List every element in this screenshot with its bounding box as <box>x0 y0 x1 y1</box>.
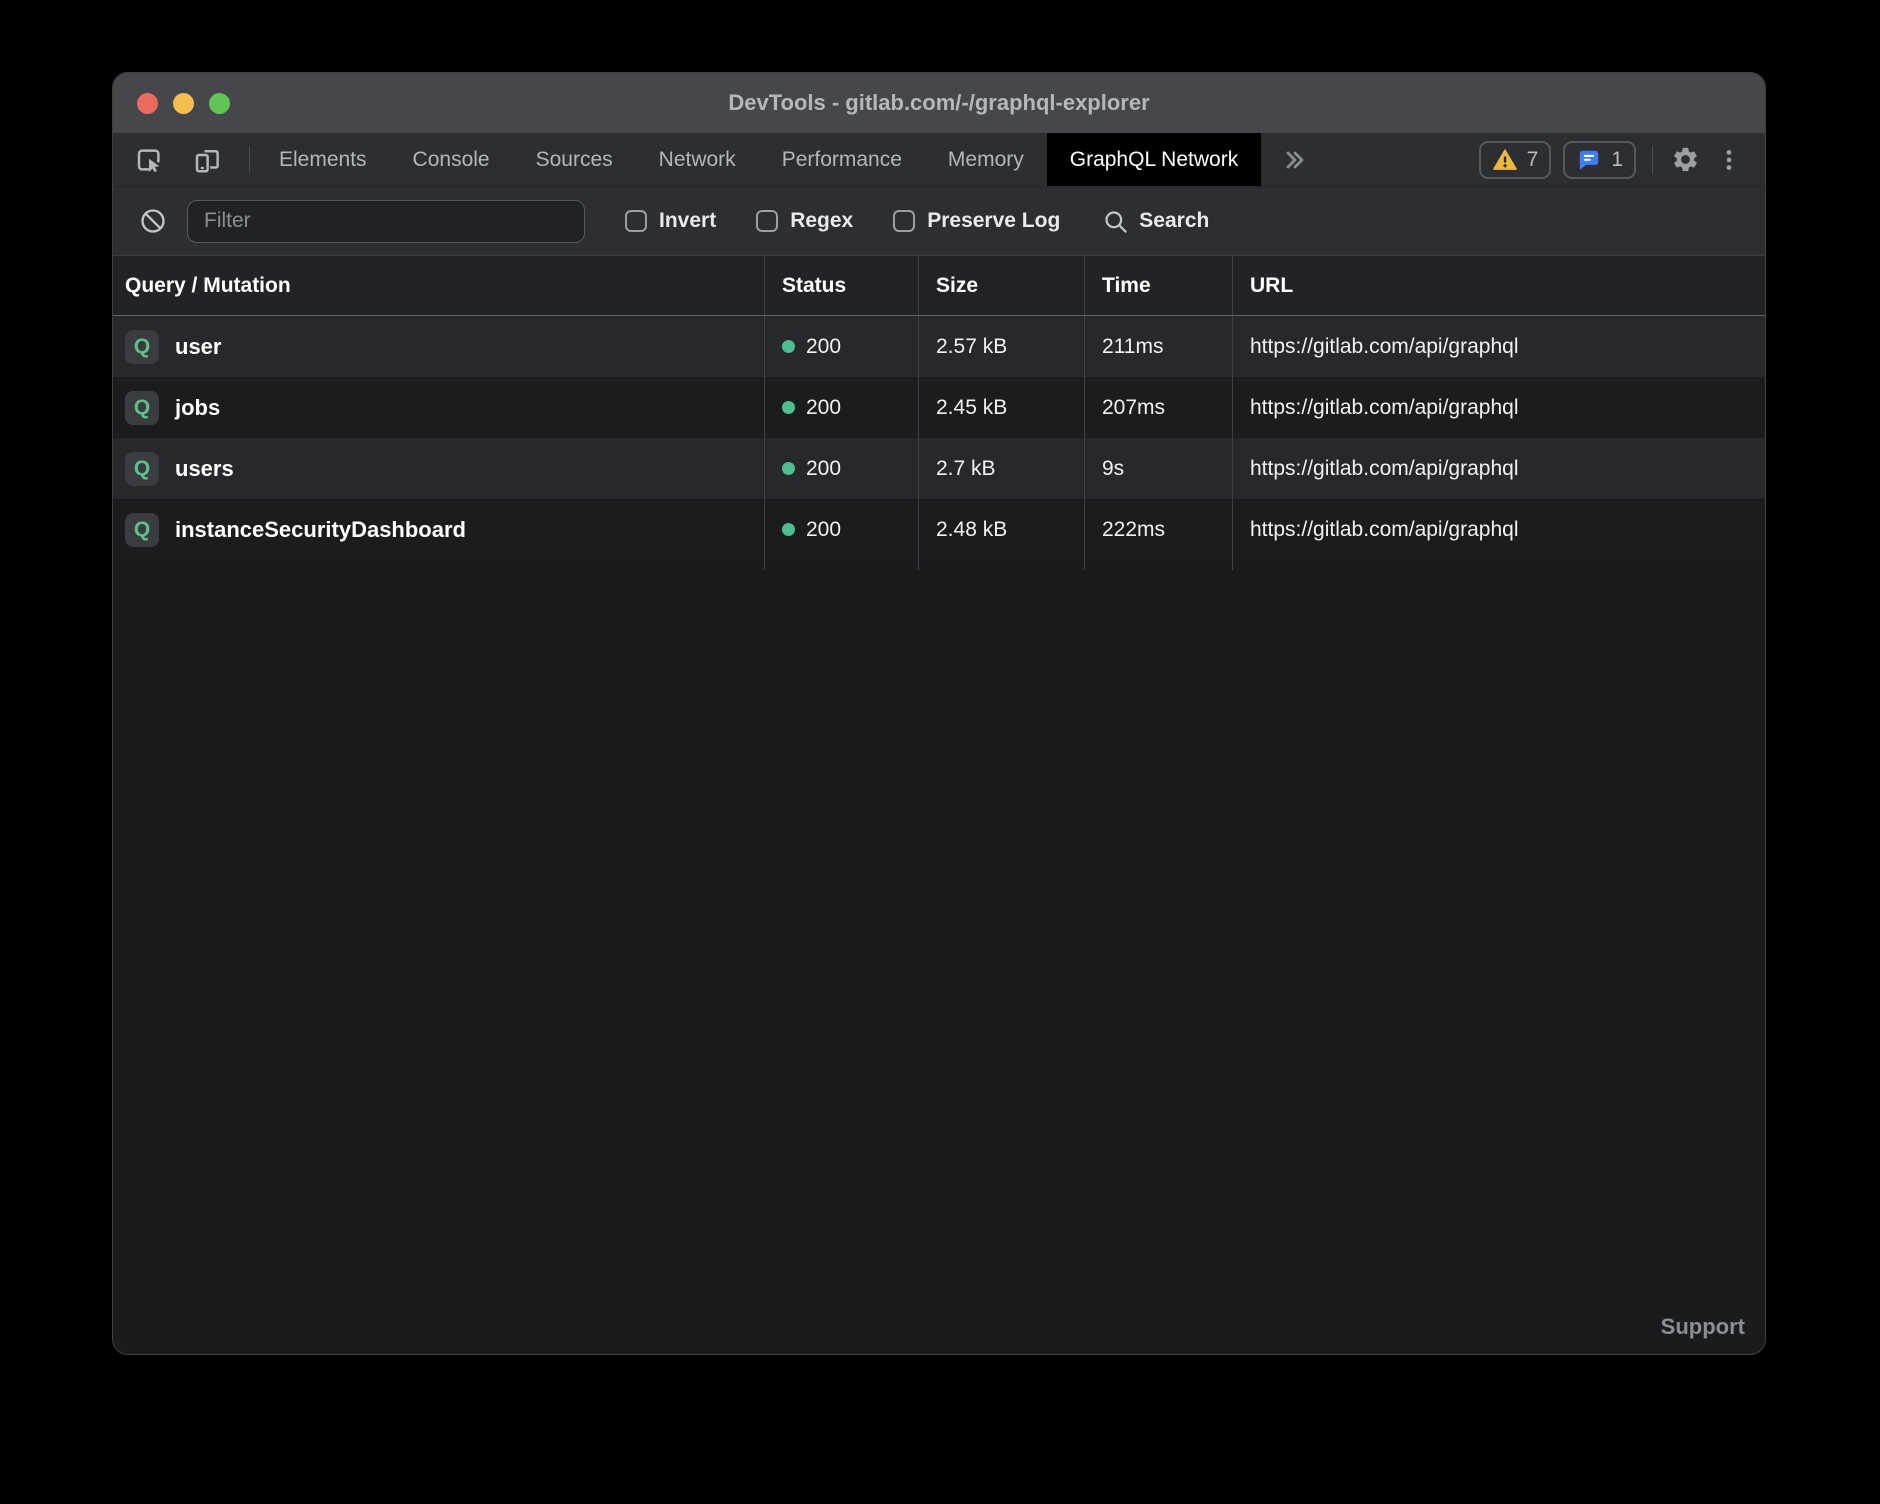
query-name: users <box>175 456 234 482</box>
table-row[interactable]: Q users 200 2.7 kB 9s https://gitlab.com… <box>113 438 1765 499</box>
titlebar: DevTools - gitlab.com/-/graphql-explorer <box>113 73 1765 133</box>
tab-elements[interactable]: Elements <box>256 133 390 186</box>
url-value: https://gitlab.com/api/graphql <box>1250 457 1519 481</box>
url-value: https://gitlab.com/api/graphql <box>1250 335 1519 359</box>
tab-network[interactable]: Network <box>636 133 759 186</box>
panel-tabs: Elements Console Sources Network Perform… <box>256 133 1261 186</box>
status-value: 200 <box>806 518 841 542</box>
regex-checkbox-group[interactable]: Regex <box>756 209 853 233</box>
devtools-window: DevTools - gitlab.com/-/graphql-explorer… <box>112 72 1766 1355</box>
search-label: Search <box>1139 209 1209 233</box>
regex-label: Regex <box>790 209 853 233</box>
tabbar-right-controls: 7 1 <box>1479 133 1765 186</box>
window-title: DevTools - gitlab.com/-/graphql-explorer <box>113 90 1765 116</box>
size-value: 2.7 kB <box>936 457 996 481</box>
status-dot-icon <box>782 401 795 414</box>
size-value: 2.57 kB <box>936 335 1007 359</box>
table-row[interactable]: Q user 200 2.57 kB 211ms https://gitlab.… <box>113 316 1765 377</box>
regex-checkbox[interactable] <box>756 210 778 232</box>
warnings-badge[interactable]: 7 <box>1479 141 1552 179</box>
device-toolbar-icon[interactable] <box>191 144 223 176</box>
tabbar-left-icons <box>113 133 243 186</box>
query-name: instanceSecurityDashboard <box>175 517 466 543</box>
tab-performance[interactable]: Performance <box>759 133 925 186</box>
size-value: 2.48 kB <box>936 518 1007 542</box>
query-badge: Q <box>125 452 159 486</box>
column-divider-extension <box>113 560 1765 570</box>
chat-bubble-icon <box>1576 147 1602 173</box>
support-link[interactable]: Support <box>1661 1314 1745 1340</box>
search-button[interactable]: Search <box>1102 208 1209 235</box>
column-header-url[interactable]: URL <box>1232 256 1765 315</box>
status-value: 200 <box>806 396 841 420</box>
more-tabs-chevron-icon[interactable] <box>1261 133 1329 186</box>
kebab-menu-icon[interactable] <box>1713 144 1745 176</box>
tab-console[interactable]: Console <box>390 133 513 186</box>
tab-sources[interactable]: Sources <box>513 133 636 186</box>
time-value: 207ms <box>1102 396 1165 420</box>
tab-memory[interactable]: Memory <box>925 133 1047 186</box>
status-dot-icon <box>782 523 795 536</box>
issues-count: 1 <box>1611 148 1623 172</box>
tab-graphql-network[interactable]: GraphQL Network <box>1047 133 1261 186</box>
status-dot-icon <box>782 340 795 353</box>
issues-badge[interactable]: 1 <box>1563 141 1636 179</box>
status-value: 200 <box>806 457 841 481</box>
inspect-icon[interactable] <box>133 144 165 176</box>
preserve-log-checkbox-group[interactable]: Preserve Log <box>893 209 1060 233</box>
time-value: 9s <box>1102 457 1124 481</box>
query-badge: Q <box>125 330 159 364</box>
empty-content-area: Support <box>113 570 1765 1354</box>
column-header-status[interactable]: Status <box>764 256 918 315</box>
column-header-time[interactable]: Time <box>1084 256 1232 315</box>
devtools-tabbar: Elements Console Sources Network Perform… <box>113 133 1765 187</box>
preserve-log-label: Preserve Log <box>927 209 1060 233</box>
magnifier-icon <box>1102 208 1129 235</box>
filter-toolbar: Invert Regex Preserve Log Search <box>113 187 1765 256</box>
time-value: 222ms <box>1102 518 1165 542</box>
invert-checkbox[interactable] <box>625 210 647 232</box>
status-dot-icon <box>782 462 795 475</box>
window-controls <box>113 93 230 114</box>
controls-divider <box>1652 146 1653 174</box>
gear-icon[interactable] <box>1669 144 1701 176</box>
filter-input[interactable] <box>187 200 585 243</box>
minimize-window-button[interactable] <box>173 93 194 114</box>
invert-checkbox-group[interactable]: Invert <box>625 209 716 233</box>
tabbar-divider <box>249 146 250 173</box>
preserve-log-checkbox[interactable] <box>893 210 915 232</box>
time-value: 211ms <box>1102 335 1163 359</box>
invert-label: Invert <box>659 209 716 233</box>
query-badge: Q <box>125 513 159 547</box>
url-value: https://gitlab.com/api/graphql <box>1250 396 1519 420</box>
query-name: jobs <box>175 395 220 421</box>
status-value: 200 <box>806 335 841 359</box>
table-row[interactable]: Q instanceSecurityDashboard 200 2.48 kB … <box>113 499 1765 560</box>
close-window-button[interactable] <box>137 93 158 114</box>
zoom-window-button[interactable] <box>209 93 230 114</box>
table-row[interactable]: Q jobs 200 2.45 kB 207ms https://gitlab.… <box>113 377 1765 438</box>
url-value: https://gitlab.com/api/graphql <box>1250 518 1519 542</box>
size-value: 2.45 kB <box>936 396 1007 420</box>
table-header: Query / Mutation Status Size Time URL <box>113 256 1765 316</box>
warning-triangle-icon <box>1492 147 1518 173</box>
warnings-count: 7 <box>1527 148 1539 172</box>
query-badge: Q <box>125 391 159 425</box>
column-header-size[interactable]: Size <box>918 256 1084 315</box>
column-header-query-mutation[interactable]: Query / Mutation <box>113 256 764 315</box>
ban-icon[interactable] <box>137 205 169 237</box>
query-name: user <box>175 334 221 360</box>
